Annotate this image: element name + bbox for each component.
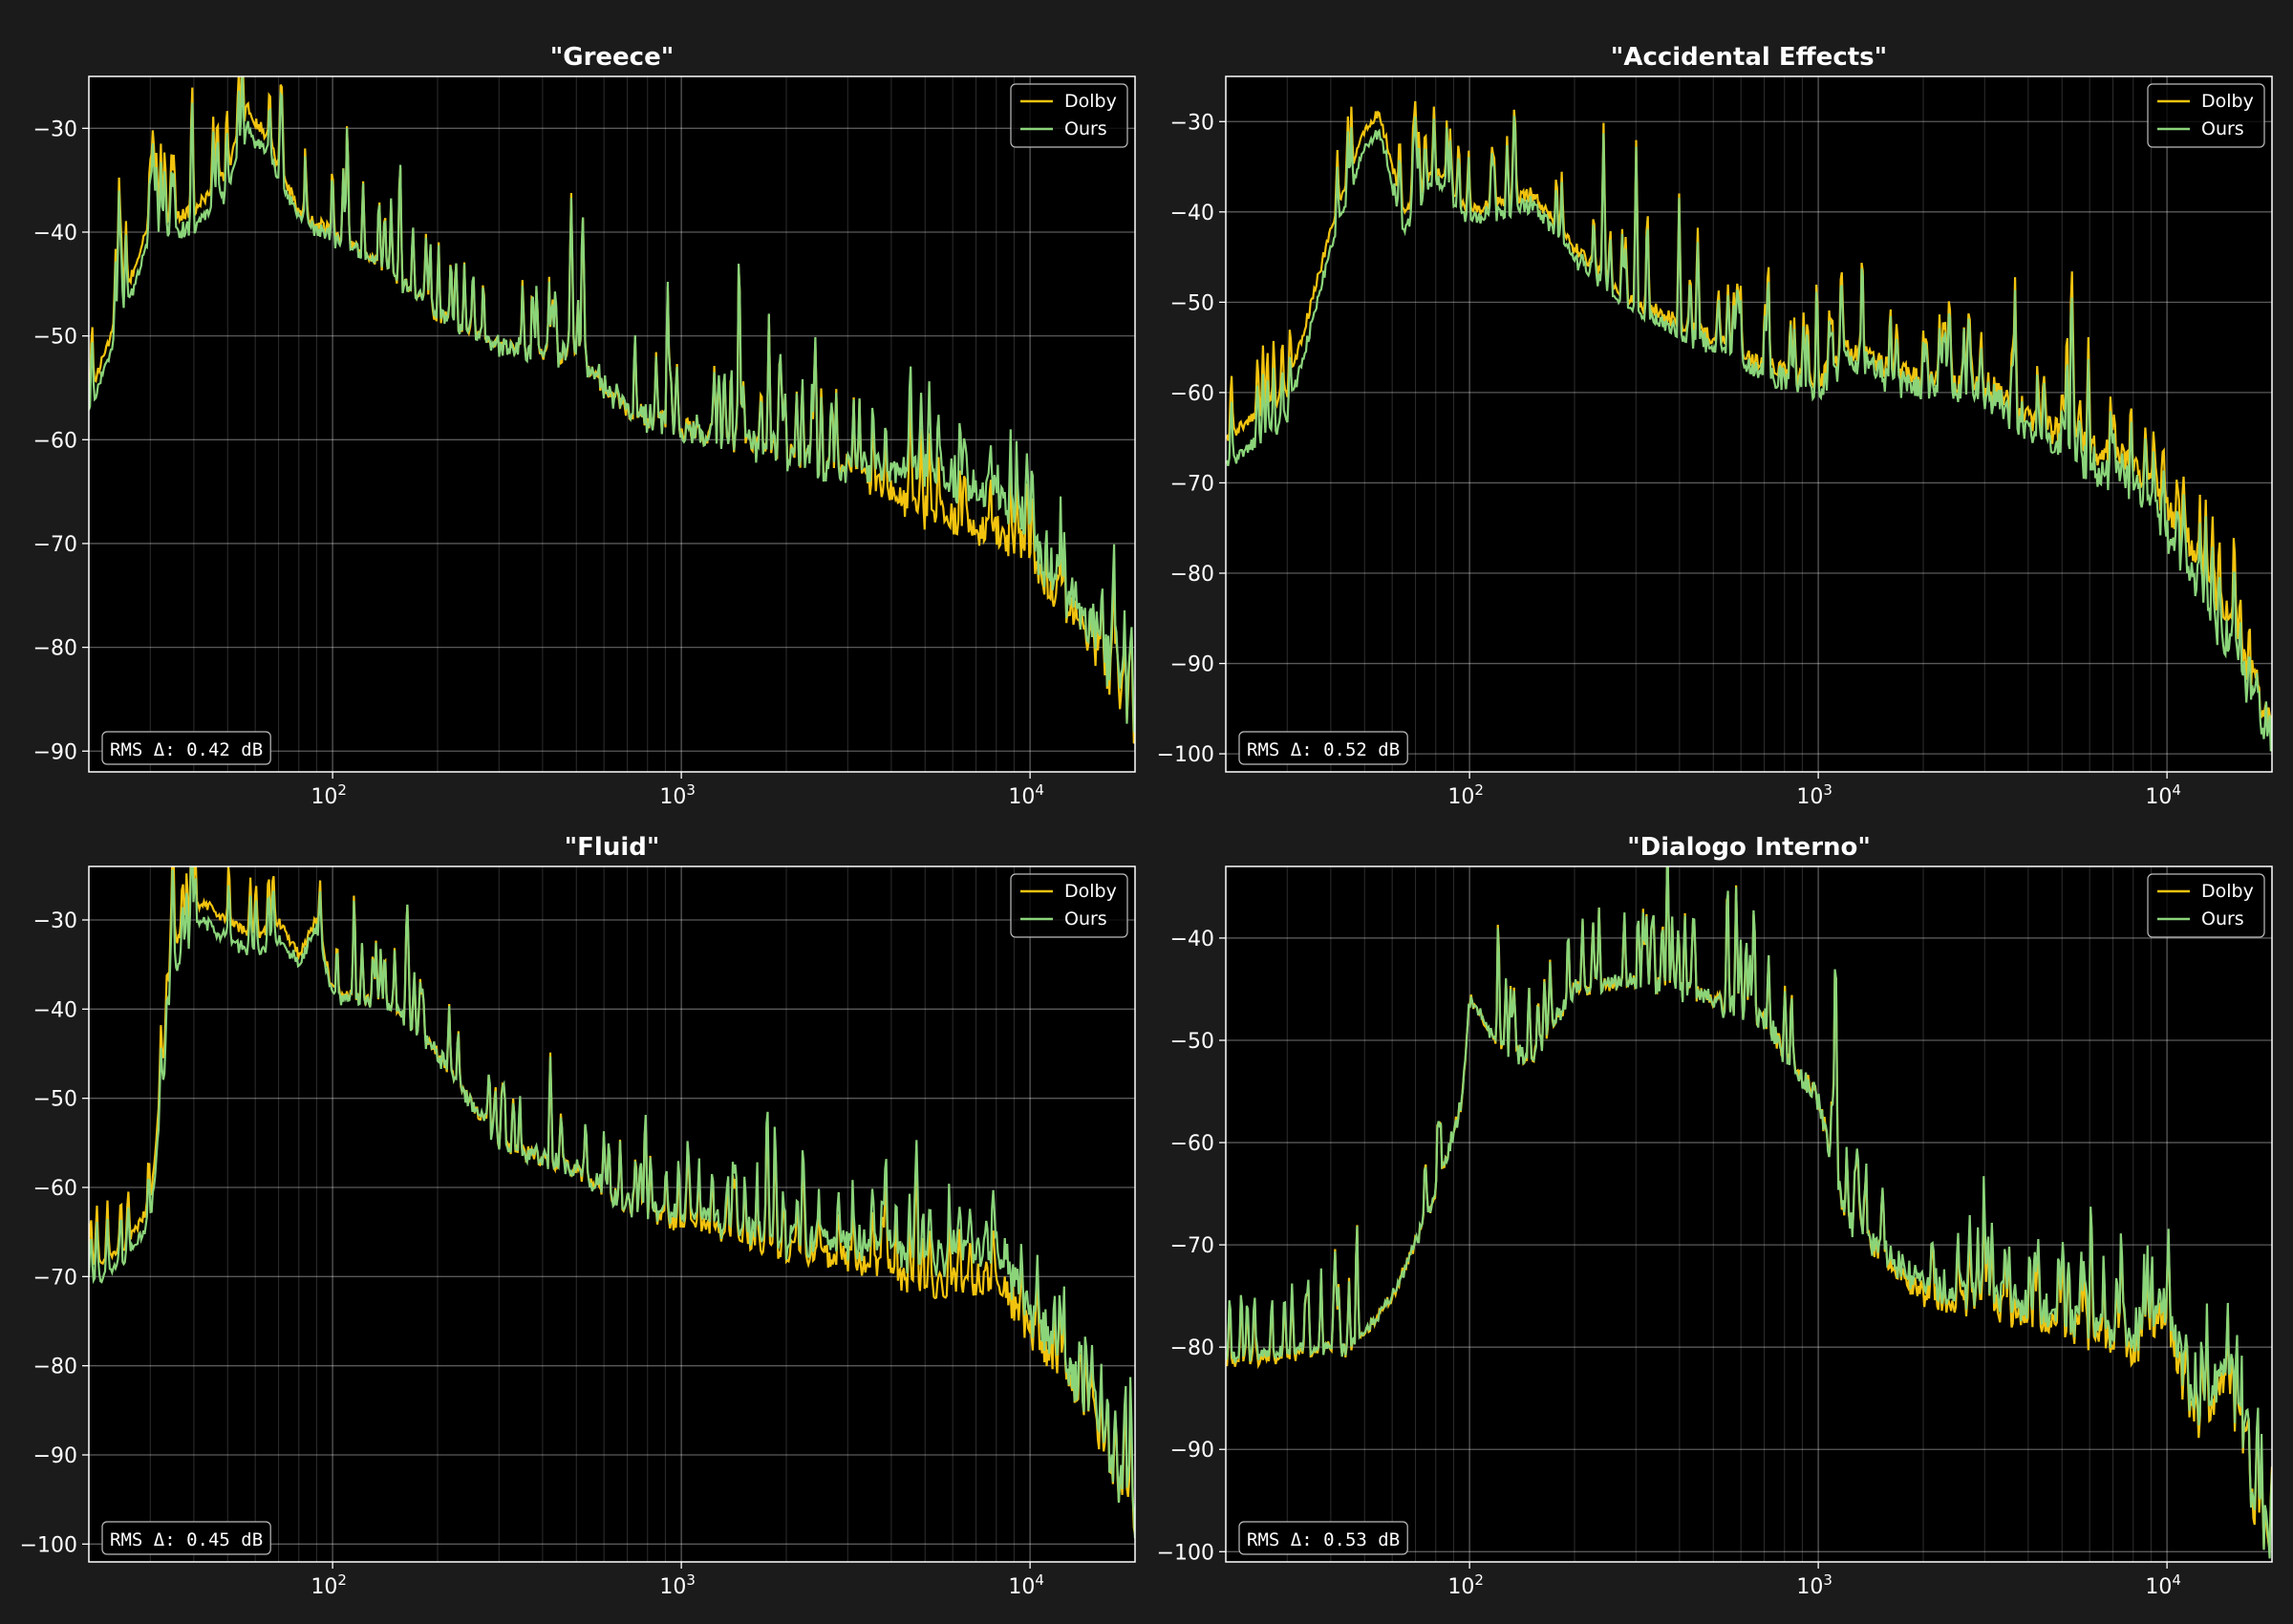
legend-label-dolby: Dolby bbox=[1064, 881, 1117, 902]
y-tick-label: −70 bbox=[33, 1266, 77, 1290]
legend-label-dolby: Dolby bbox=[2201, 91, 2254, 112]
y-tick-label: −90 bbox=[33, 1444, 77, 1468]
y-tick-label: −100 bbox=[20, 1533, 77, 1557]
legend: Dolby Ours bbox=[2147, 83, 2265, 148]
chart-panel-1: −30−40−50−60−70−80−90102 103 104"Greece"Do… bbox=[33, 43, 1136, 809]
y-tick-label: −60 bbox=[33, 429, 77, 453]
y-tick-label: −90 bbox=[1170, 653, 1214, 677]
y-tick-label: −60 bbox=[33, 1177, 77, 1201]
legend-label-ours: Ours bbox=[1064, 908, 1107, 930]
legend: Dolby Ours bbox=[2147, 873, 2265, 938]
y-tick-label: −30 bbox=[1170, 111, 1214, 135]
rms-annotation: RMS Δ: 0.45 dB bbox=[101, 1521, 271, 1555]
plot-area bbox=[89, 76, 1135, 772]
legend-label-ours: Ours bbox=[1064, 118, 1107, 139]
chart-title: "Accidental Effects" bbox=[1611, 43, 1887, 72]
chart-panel-3: −30−40−50−60−70−80−90−100102 103 104"Fluid… bbox=[20, 833, 1136, 1599]
y-tick-label: −80 bbox=[1170, 1336, 1214, 1360]
chart-title: "Fluid" bbox=[565, 833, 660, 862]
legend: Dolby Ours bbox=[1010, 873, 1128, 938]
y-tick-label: −100 bbox=[1157, 743, 1214, 767]
y-tick-label: −50 bbox=[1170, 1030, 1214, 1054]
chart-title: "Dialogo Interno" bbox=[1627, 833, 1871, 862]
y-tick-label: −50 bbox=[1170, 291, 1214, 315]
legend-label-dolby: Dolby bbox=[1064, 91, 1117, 112]
y-tick-label: −30 bbox=[33, 118, 77, 141]
rms-annotation-text: RMS Δ: 0.45 dB bbox=[110, 1529, 263, 1550]
legend-label-ours: Ours bbox=[2201, 908, 2244, 930]
y-tick-label: −60 bbox=[1170, 1132, 1214, 1156]
chart-panel-4: −40−50−60−70−80−90−100102 103 104"Dialogo … bbox=[1157, 833, 2273, 1599]
y-tick-label: −100 bbox=[1157, 1541, 1214, 1565]
rms-annotation-text: RMS Δ: 0.42 dB bbox=[110, 739, 263, 760]
rms-annotation: RMS Δ: 0.53 dB bbox=[1238, 1521, 1408, 1555]
y-tick-label: −50 bbox=[33, 326, 77, 350]
rms-annotation-text: RMS Δ: 0.52 dB bbox=[1247, 739, 1400, 760]
y-tick-label: −40 bbox=[33, 222, 77, 246]
rms-annotation: RMS Δ: 0.52 dB bbox=[1238, 731, 1408, 765]
y-tick-label: −50 bbox=[33, 1088, 77, 1112]
y-tick-label: −90 bbox=[1170, 1439, 1214, 1463]
y-tick-label: −70 bbox=[1170, 1234, 1214, 1258]
y-tick-label: −70 bbox=[33, 533, 77, 557]
legend-label-dolby: Dolby bbox=[2201, 881, 2254, 902]
y-tick-label: −40 bbox=[1170, 202, 1214, 225]
y-tick-label: −60 bbox=[1170, 382, 1214, 406]
legend: Dolby Ours bbox=[1010, 83, 1128, 148]
rms-annotation: RMS Δ: 0.42 dB bbox=[101, 731, 271, 765]
y-tick-label: −80 bbox=[1170, 563, 1214, 587]
plot-area bbox=[89, 866, 1135, 1562]
figure: −30−40−50−60−70−80−90102 103 104"Greece"Do… bbox=[0, 0, 2293, 1624]
y-tick-label: −30 bbox=[33, 909, 77, 933]
legend-label-ours: Ours bbox=[2201, 118, 2244, 139]
chart-panel-2: −30−40−50−60−70−80−90−100102 103 104"Accid… bbox=[1157, 43, 2273, 809]
y-tick-label: −70 bbox=[1170, 472, 1214, 496]
y-tick-label: −90 bbox=[33, 740, 77, 764]
y-tick-label: −80 bbox=[33, 637, 77, 661]
y-tick-label: −80 bbox=[33, 1356, 77, 1379]
chart-title: "Greece" bbox=[550, 43, 675, 72]
rms-annotation-text: RMS Δ: 0.53 dB bbox=[1247, 1529, 1400, 1550]
y-tick-label: −40 bbox=[1170, 928, 1214, 951]
y-tick-label: −40 bbox=[33, 998, 77, 1022]
